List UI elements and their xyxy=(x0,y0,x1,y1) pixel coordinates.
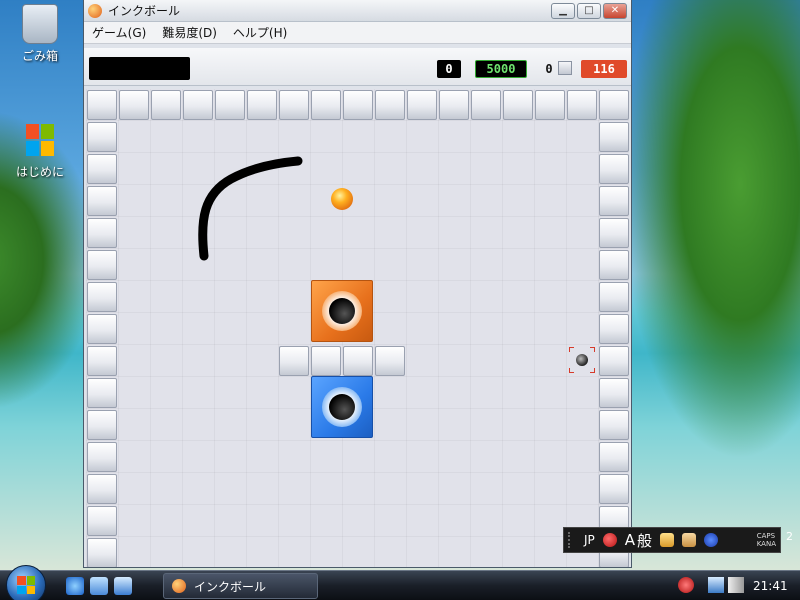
ime-status: CAPS KANA xyxy=(757,532,776,548)
internet-explorer-icon[interactable] xyxy=(66,577,84,595)
menu-help[interactable]: ヘルプ(H) xyxy=(225,24,295,41)
recycle-bin-icon xyxy=(22,4,58,44)
minimize-icon: ▁ xyxy=(559,5,567,16)
close-button[interactable]: ✕ xyxy=(603,2,627,19)
inkball-window: インクボール ▁ □ ✕ ゲーム(G) 難易度(D) ヘルプ(H) 0 5000… xyxy=(83,0,632,568)
status-bar: 0 5000 0 116 xyxy=(84,48,631,86)
ime-help-icon[interactable] xyxy=(704,533,719,547)
maximize-icon: □ xyxy=(584,5,594,16)
minimize-button[interactable]: ▁ xyxy=(551,2,575,19)
taskbar-clock[interactable]: 21:41 xyxy=(753,579,788,593)
desktop-icon-recycle-bin[interactable]: ごみ箱 xyxy=(2,4,78,64)
ime-kana-label: KANA xyxy=(756,540,776,548)
ime-mode[interactable]: A xyxy=(625,531,635,549)
network-icon[interactable] xyxy=(708,577,724,593)
window-title: インクボール xyxy=(108,4,181,18)
ime-language-bar[interactable]: JP A 般 CAPS KANA xyxy=(563,527,781,553)
points-counter: 5000 xyxy=(475,60,527,78)
counter-left: 0 xyxy=(437,60,461,78)
menu-game[interactable]: ゲーム(G) xyxy=(84,24,154,41)
taskbar-app-label: インクボール xyxy=(194,579,267,594)
windows-flag-icon xyxy=(17,576,35,594)
inkball-app-icon xyxy=(172,579,186,593)
maximize-button[interactable]: □ xyxy=(577,2,601,19)
ink-stroke xyxy=(198,156,303,261)
windows-logo-icon xyxy=(22,120,58,160)
ink-stroke-layer xyxy=(198,156,303,261)
show-desktop-icon[interactable] xyxy=(90,577,108,595)
ime-dictionary-icon[interactable] xyxy=(682,533,697,547)
start-button[interactable] xyxy=(6,565,46,600)
block-icon xyxy=(558,61,572,75)
ime-kanji-mode[interactable]: 般 xyxy=(637,530,652,551)
orange-ball xyxy=(331,188,353,210)
desktop-icon-welcome[interactable]: はじめに xyxy=(2,120,78,180)
ink-gauge xyxy=(89,57,190,80)
desktop-icon-label: はじめに xyxy=(15,165,64,179)
ime-side-indicator: 2 xyxy=(786,530,793,543)
ime-input-icon[interactable] xyxy=(602,533,617,547)
ime-caps-label: CAPS xyxy=(756,532,776,540)
security-alert-icon[interactable] xyxy=(678,577,694,593)
menu-difficulty[interactable]: 難易度(D) xyxy=(154,24,225,41)
blocks-counter: 0 xyxy=(545,62,553,76)
ime-grip-handle[interactable] xyxy=(568,532,576,548)
taskbar: インクボール 21:41 xyxy=(0,565,800,600)
ball-spawn-marker xyxy=(569,347,595,373)
title-bar[interactable]: インクボール ▁ □ ✕ xyxy=(84,0,631,22)
playfield[interactable] xyxy=(86,89,629,567)
desktop-icon-label: ごみ箱 xyxy=(21,49,58,63)
inkball-app-icon xyxy=(88,3,102,18)
menu-bar: ゲーム(G) 難易度(D) ヘルプ(H) xyxy=(84,22,631,44)
ime-tool-icon[interactable] xyxy=(660,533,675,547)
ime-language[interactable]: JP xyxy=(584,533,595,547)
volume-icon[interactable] xyxy=(728,577,744,593)
switch-windows-icon[interactable] xyxy=(114,577,132,595)
taskbar-app-inkball[interactable]: インクボール xyxy=(163,573,318,599)
palm-right-decoration xyxy=(620,0,800,460)
timer-counter: 116 xyxy=(581,60,627,78)
close-icon: ✕ xyxy=(610,5,620,16)
